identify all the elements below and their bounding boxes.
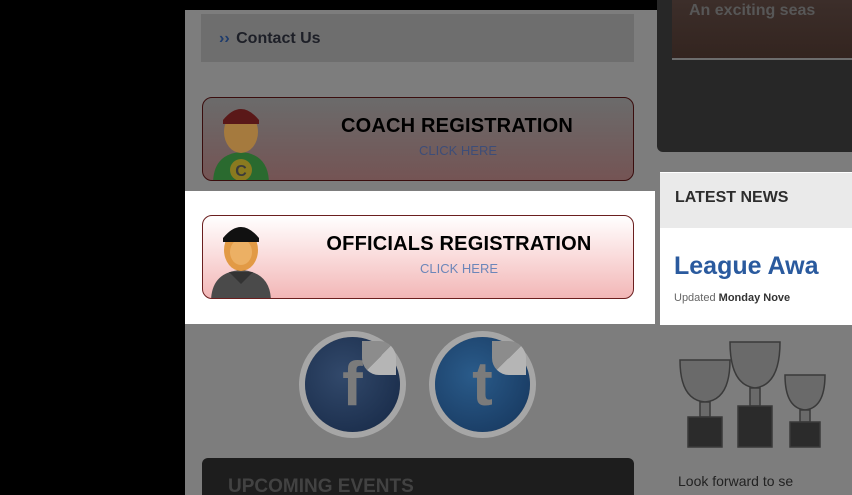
- contact-us-link[interactable]: ›› Contact Us: [219, 30, 321, 48]
- officials-click-here: CLICK HERE: [419, 261, 499, 276]
- coach-registration-title: COACH REGISTRATION: [340, 115, 574, 137]
- facebook-button[interactable]: f: [305, 337, 400, 432]
- left-black-margin: [0, 0, 185, 495]
- feature-divider: [672, 58, 852, 60]
- updated-date: Monday Nove: [718, 292, 791, 304]
- coach-badge-letter: C: [235, 163, 247, 180]
- officials-highlight-area: OFFICIALS REGISTRATION CLICK HERE: [185, 191, 655, 324]
- upcoming-events-title: UPCOMING EVENTS: [228, 476, 414, 495]
- trophies-image: [679, 341, 826, 448]
- news-article: League Awa Updated Monday Nove: [660, 228, 852, 325]
- page-curl-icon: [362, 341, 396, 375]
- news-teaser: Look forward to se: [678, 473, 794, 489]
- feature-caption: An exciting seas: [689, 2, 816, 19]
- page-area: ›› Contact Us C COACH REGISTRATION CLICK…: [185, 0, 852, 495]
- latest-news-header: LATEST NEWS: [660, 172, 852, 228]
- chevron-right-icon: ››: [219, 30, 230, 47]
- news-updated: Updated Monday Nove: [674, 292, 790, 304]
- official-avatar-icon: [211, 227, 271, 298]
- page-curl-icon: [492, 341, 526, 375]
- contact-bar: ›› Contact Us: [201, 14, 634, 62]
- feature-panel: An exciting seas: [657, 0, 852, 152]
- news-article-lower: Look forward to se: [660, 325, 852, 495]
- upcoming-events-panel: UPCOMING EVENTS: [202, 458, 634, 495]
- twitter-button[interactable]: t: [435, 337, 530, 432]
- officials-registration-button[interactable]: OFFICIALS REGISTRATION CLICK HERE: [202, 215, 634, 299]
- updated-label: Updated: [674, 292, 716, 304]
- news-headline-link[interactable]: League Awa: [674, 252, 819, 281]
- officials-registration-title: OFFICIALS REGISTRATION: [326, 233, 592, 255]
- coach-click-here: CLICK HERE: [418, 143, 498, 158]
- contact-us-label: Contact Us: [236, 30, 321, 47]
- coach-avatar-icon: C: [213, 109, 269, 180]
- coach-registration-button[interactable]: C COACH REGISTRATION CLICK HERE: [202, 97, 634, 181]
- latest-news-title: LATEST NEWS: [675, 189, 789, 206]
- feature-image[interactable]: An exciting seas: [672, 0, 852, 60]
